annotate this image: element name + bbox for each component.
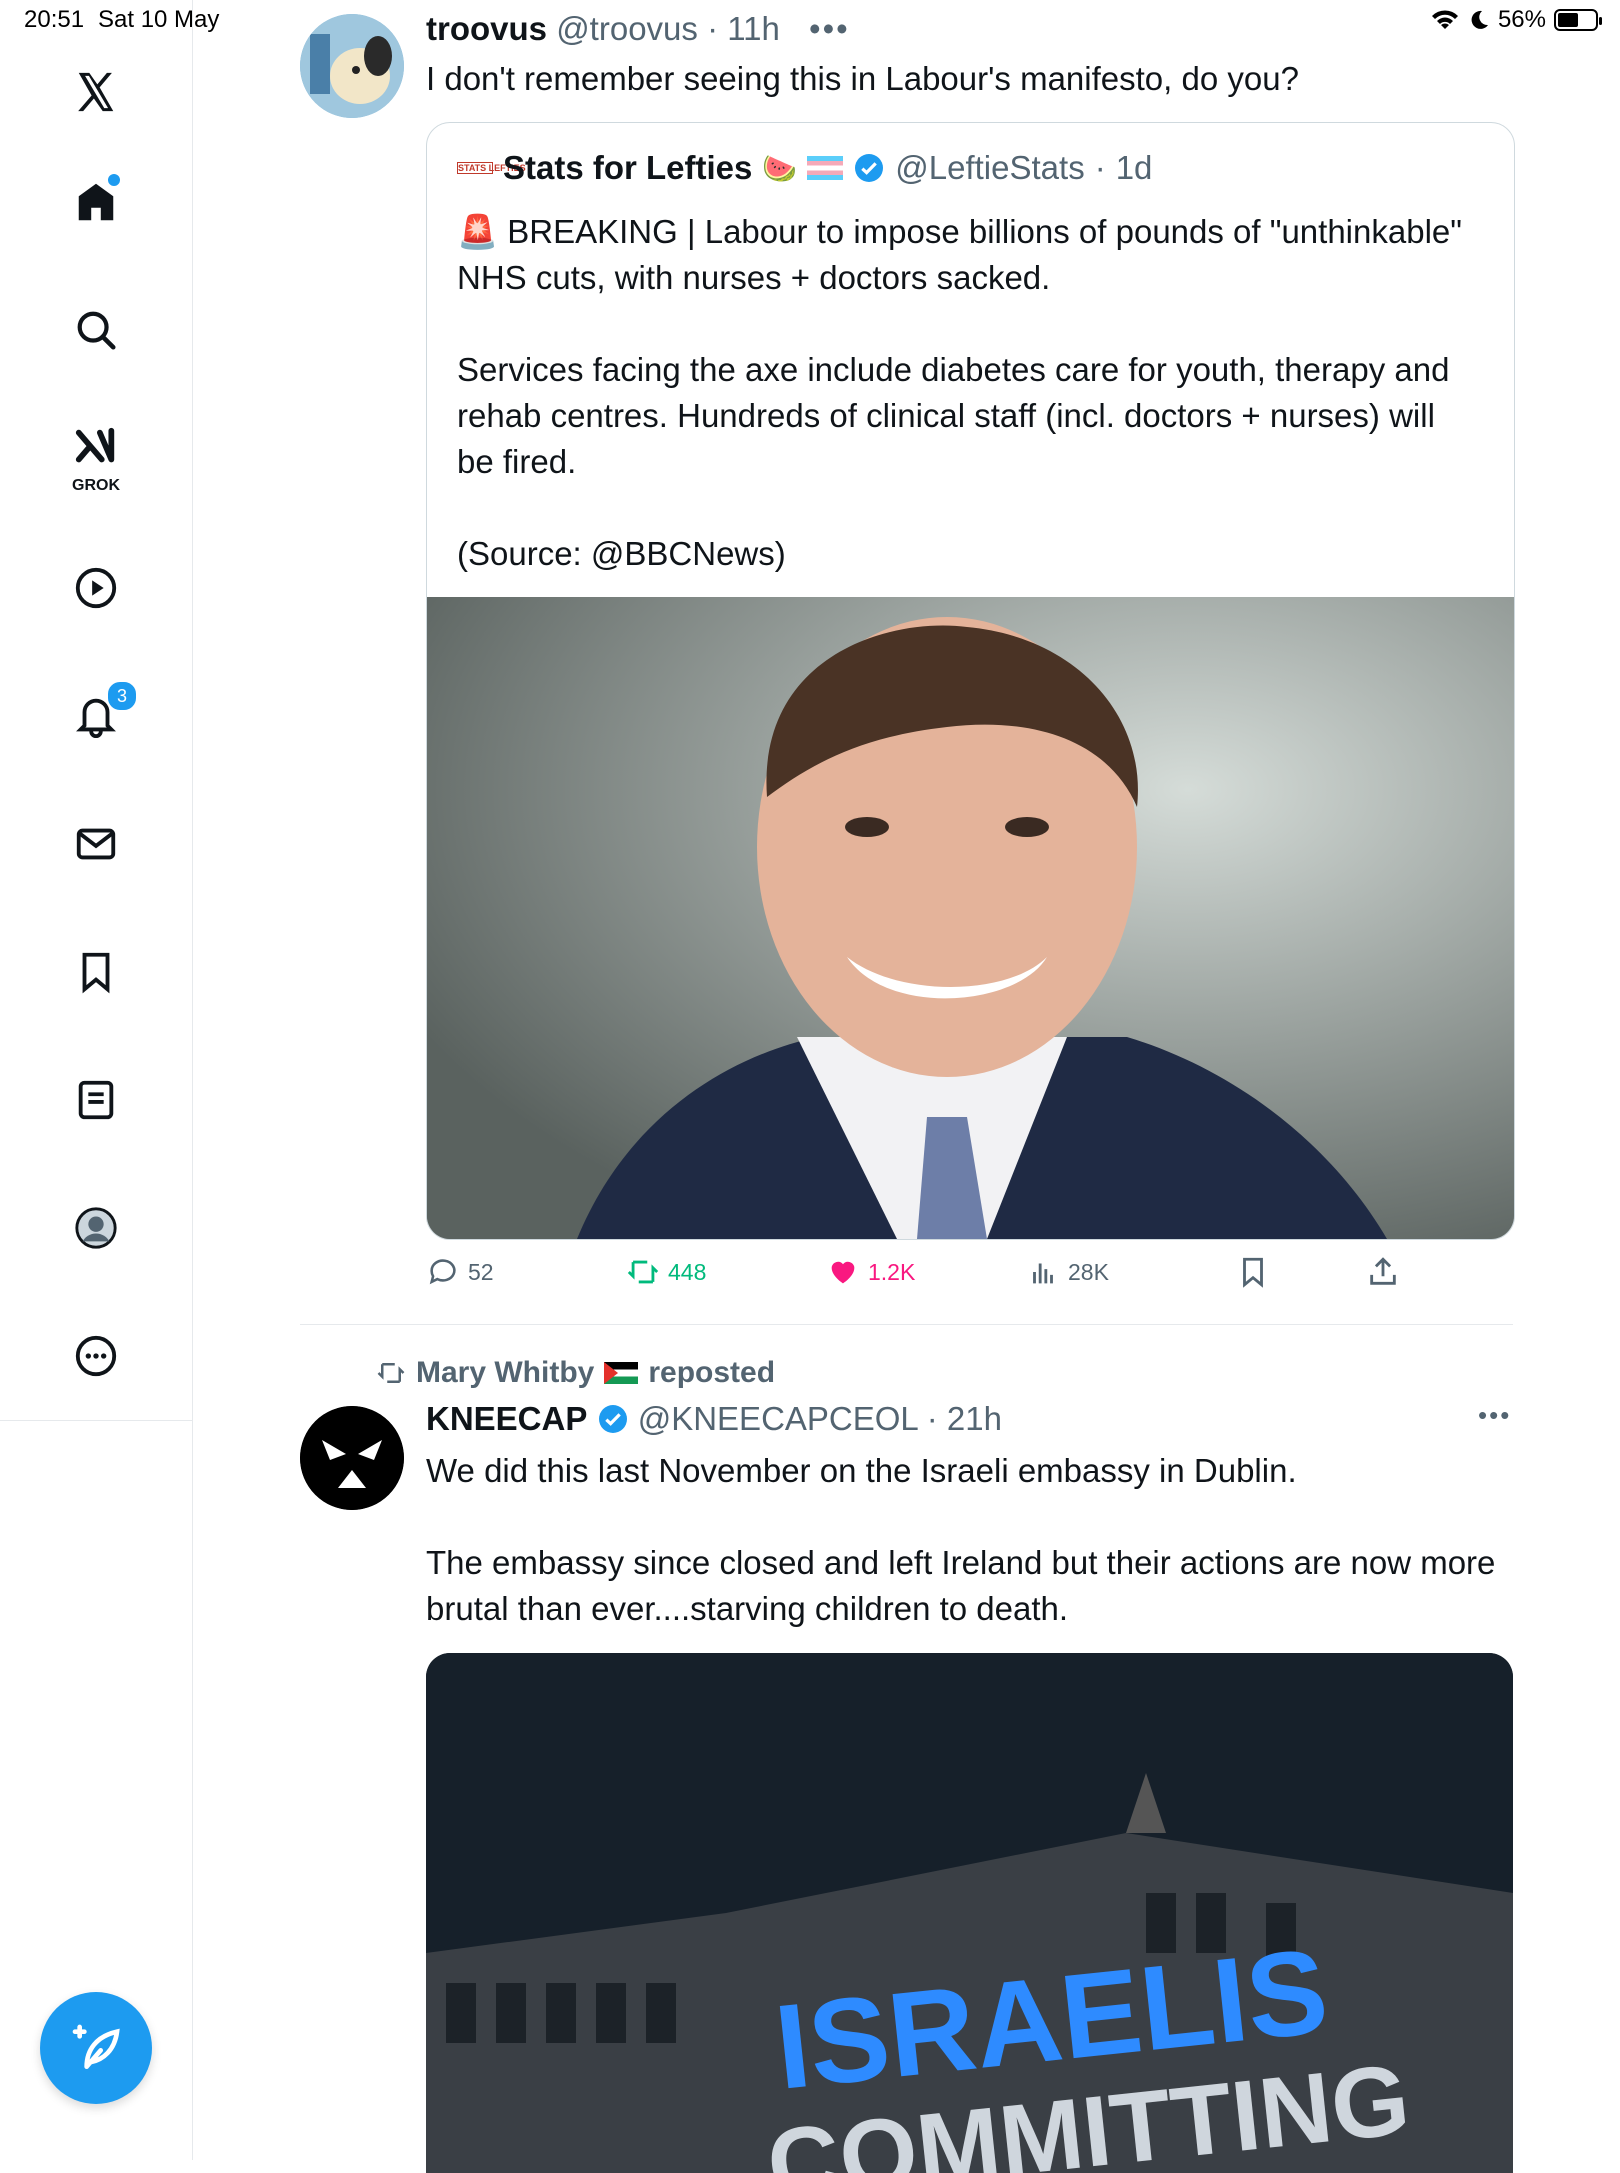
repost-by-name: Mary Whitby [416,1356,595,1389]
quote-time[interactable]: 1d [1116,149,1153,187]
tweet2-text: We did this last November on the Israeli… [426,1452,1496,1627]
quote-text: 🚨 BREAKING | Labour to impose billions o… [457,213,1462,572]
kneecap-avatar[interactable] [300,1406,404,1510]
tweet1-header: troovus @troovus · 11h ••• [426,10,850,48]
reply-icon [429,1259,456,1285]
watermelon-icon: 🍉 [762,152,798,184]
home-unread-dot [106,172,122,188]
bookmarks-icon[interactable] [66,942,126,1002]
views-button[interactable]: 28K [1026,1255,1109,1289]
sidebar-divider [0,1420,192,1421]
verified-badge-icon [598,1405,627,1433]
views-count: 28K [1068,1258,1109,1285]
tweet-divider [300,1324,1513,1325]
wifi-icon [1431,10,1458,29]
tweet1-author-name[interactable]: troovus [426,10,547,47]
repost-count: 448 [668,1258,707,1285]
repost-button[interactable]: 448 [626,1255,706,1289]
troovus-avatar[interactable] [300,14,404,118]
profile-icon[interactable] [66,1198,126,1258]
trans-flag-icon [807,156,844,180]
quote-avatar-logo[interactable]: STATS LEFTIES [457,162,526,174]
sidebar: GROK 3 [0,0,193,2160]
like-button[interactable]: 1.2K [826,1255,915,1289]
verified-badge-icon [855,154,884,182]
notifications-icon[interactable]: 3 [66,680,138,746]
quote-handle[interactable]: @LeftieStats [895,149,1084,187]
status-right: 56% [1430,6,1602,34]
tweet2-more-icon[interactable]: ••• [1478,1400,1511,1431]
tweet1-text: I don't remember seeing this in Labour's… [426,60,1299,97]
tweet1-handle[interactable]: @troovus [556,10,698,47]
messages-icon[interactable] [66,814,126,874]
views-icon [1033,1263,1053,1284]
compose-icon [72,2024,120,2069]
tweet2-author-name[interactable]: KNEECAP [426,1400,587,1437]
heart-icon [831,1261,855,1284]
tweet2-header: KNEECAP @KNEECAPCEOL · 21h [426,1400,1002,1438]
more-icon[interactable] [66,1326,126,1386]
lists-icon[interactable] [66,1070,126,1130]
moon-icon [1471,10,1488,29]
grok-icon[interactable] [66,418,126,478]
quote-author-name[interactable]: Stats for Lefties [503,149,752,187]
tweet2-photo[interactable]: ISRAELIS COMMITTING [426,1653,1513,2173]
video-icon[interactable] [66,558,126,618]
quote-header: STATS LEFTIES Stats for Lefties 🍉 @Lefti… [457,149,1152,187]
tweet2-dot: · [917,1400,947,1437]
reply-count: 52 [468,1258,494,1285]
tweet1-time[interactable]: 11h [727,10,780,47]
tweet1-more-icon[interactable]: ••• [809,10,850,47]
grok-label: GROK [72,477,120,494]
quoted-tweet[interactable]: STATS LEFTIES Stats for Lefties 🍉 @Lefti… [426,122,1515,1240]
tweet2-time[interactable]: 21h [947,1400,1002,1437]
battery-percent: 56% [1497,6,1546,33]
battery-icon [1554,9,1602,31]
repost-icon [627,1260,659,1284]
quote-dot: · [1094,149,1106,186]
bookmark-icon [1243,1257,1263,1288]
tweet1-dot: · [697,10,728,47]
repost-small-icon [377,1363,405,1383]
notifications-badge: 3 [106,680,138,712]
tweet2-handle[interactable]: @KNEECAPCEOL [638,1400,918,1437]
compose-button[interactable] [40,1992,152,2104]
quote-photo[interactable] [427,597,1514,1239]
repost-indicator[interactable]: Mary Whitby reposted [376,1356,775,1390]
bookmark-button[interactable] [1236,1255,1270,1289]
like-count: 1.2K [868,1258,916,1285]
repost-label: reposted [648,1356,776,1389]
search-icon[interactable] [66,300,126,360]
x-logo-icon[interactable] [66,62,126,122]
home-icon[interactable] [66,172,126,232]
share-button[interactable] [1366,1255,1400,1289]
tweet1-actions: 52 448 1.2K 28K [426,1255,1513,1299]
battery-fill [1558,13,1578,27]
palestine-flag-icon [604,1362,639,1384]
share-icon [1370,1257,1396,1285]
reply-button[interactable]: 52 [426,1255,494,1289]
